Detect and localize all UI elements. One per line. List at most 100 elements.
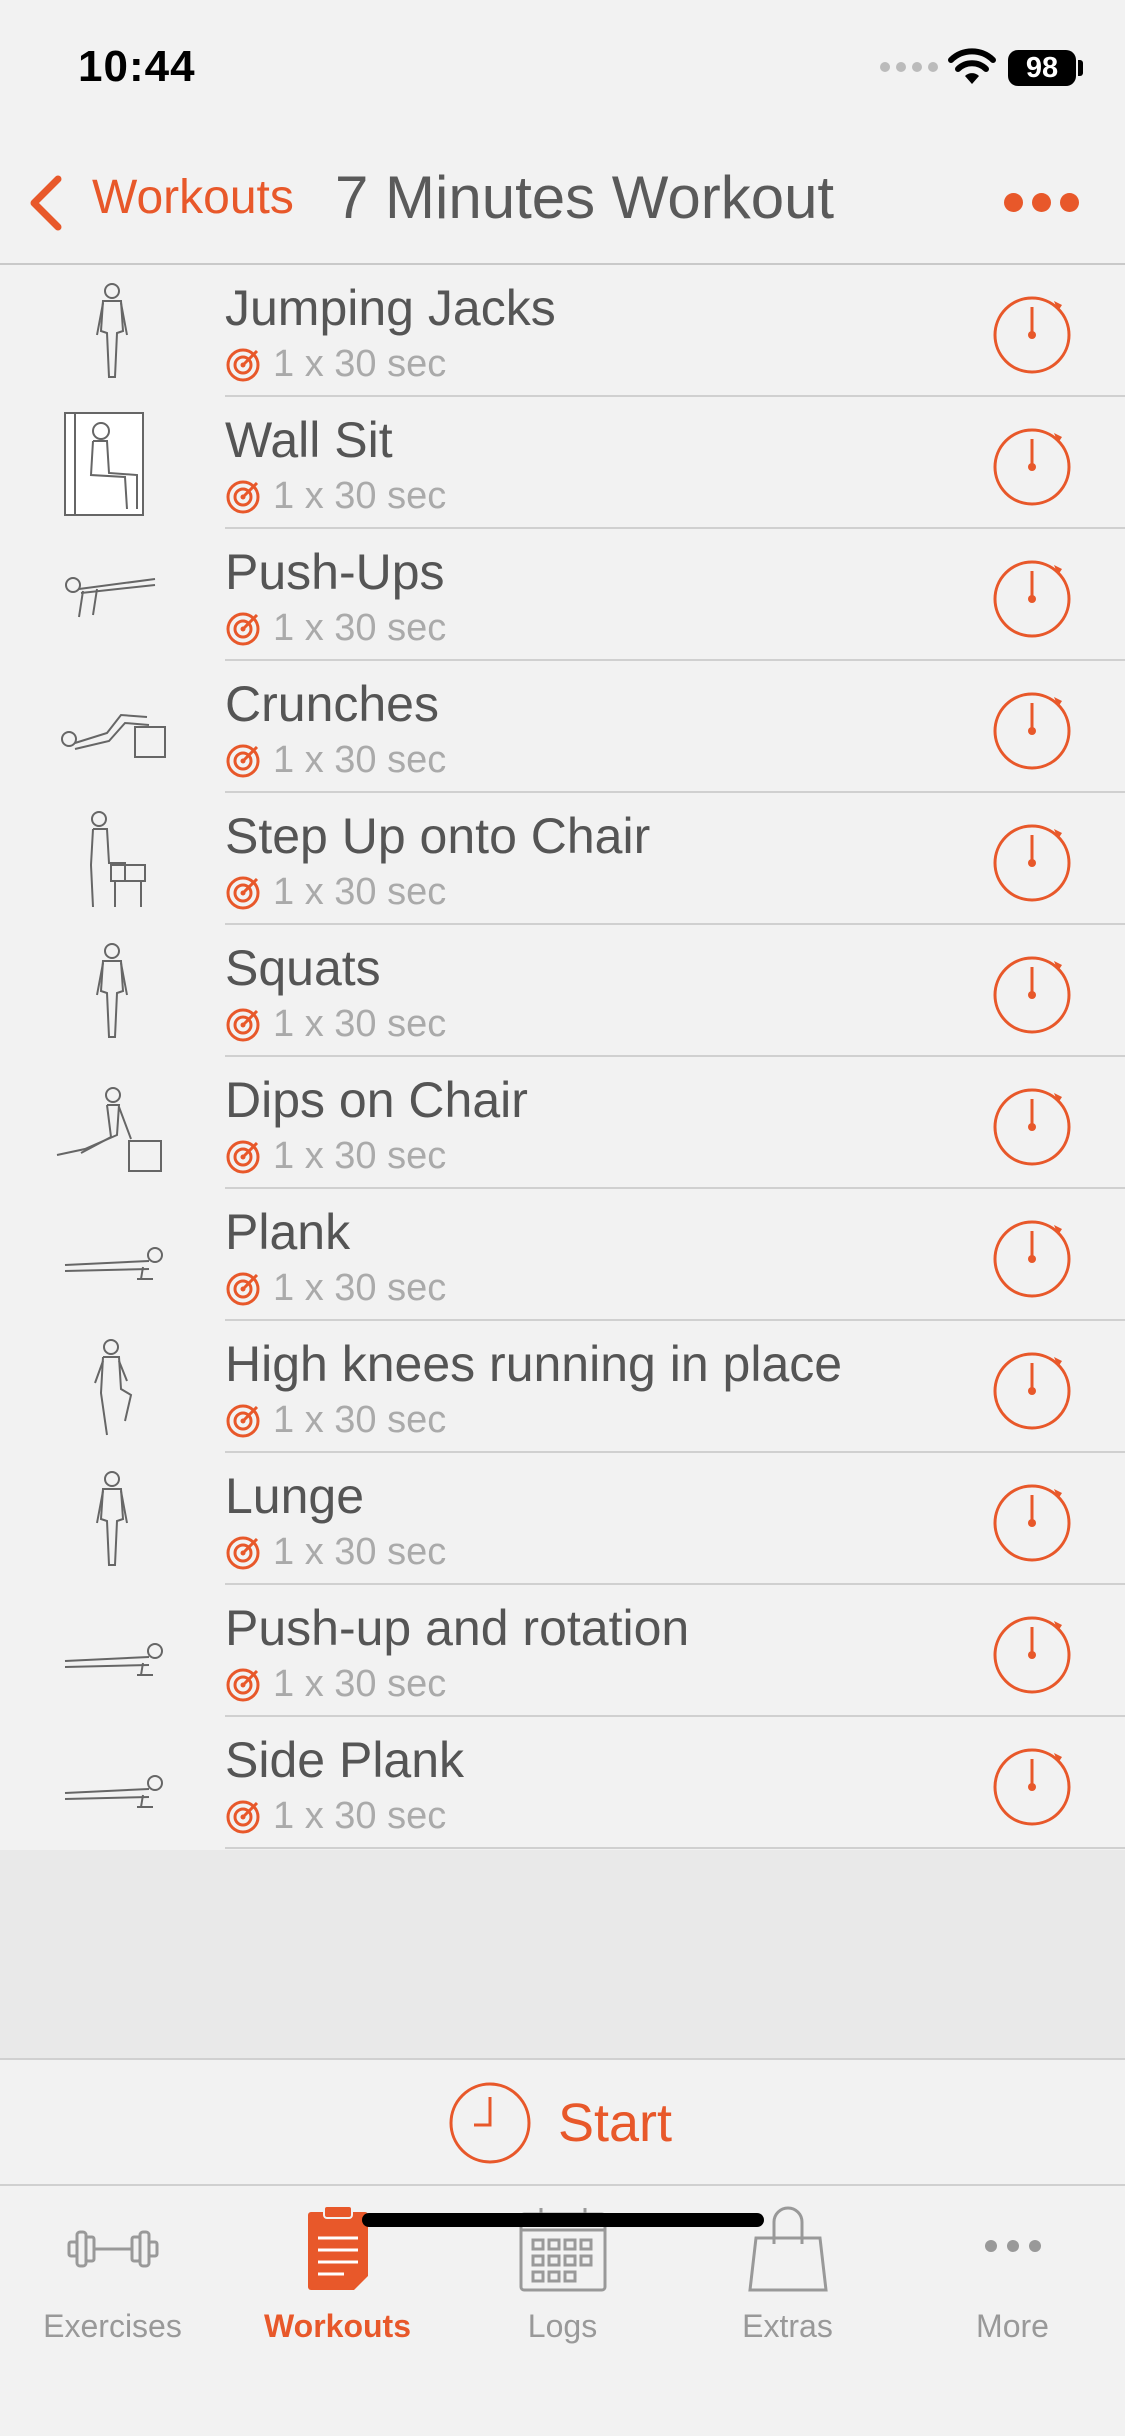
stopwatch-icon[interactable] bbox=[990, 1083, 1074, 1167]
exercise-row[interactable]: Dips on Chair 1 x 30 sec bbox=[0, 1057, 1125, 1189]
exercise-thumbnail bbox=[64, 1775, 163, 1808]
exercise-name: High knees running in place bbox=[225, 1336, 843, 1392]
tab-exercises[interactable]: Exercises bbox=[0, 2204, 225, 2354]
battery-cap bbox=[1078, 60, 1083, 76]
wifi-icon bbox=[948, 48, 996, 84]
tab-label: Workouts bbox=[264, 2308, 411, 2344]
more-dots-icon bbox=[984, 2240, 1041, 2252]
exercise-name: Plank bbox=[225, 1204, 351, 1260]
exercise-row[interactable]: Lunge 1 x 30 sec bbox=[0, 1453, 1125, 1585]
exercise-meta: 1 x 30 sec bbox=[225, 343, 446, 386]
exercise-detail: 1 x 30 sec bbox=[273, 1663, 447, 1705]
stopwatch-icon[interactable] bbox=[990, 687, 1074, 771]
exercise-thumbnail bbox=[96, 283, 128, 378]
exercise-meta: 1 x 30 sec bbox=[225, 1531, 446, 1574]
exercise-name: Dips on Chair bbox=[225, 1072, 528, 1128]
target-icon bbox=[226, 348, 260, 381]
exercise-name: Push-up and rotation bbox=[225, 1600, 690, 1656]
target-icon bbox=[226, 1668, 260, 1701]
target-icon bbox=[226, 876, 260, 909]
exercise-thumbnail bbox=[64, 1643, 163, 1676]
exercise-meta: 1 x 30 sec bbox=[225, 1663, 446, 1706]
clock-icon bbox=[449, 2082, 531, 2164]
exercise-row[interactable]: Wall Sit 1 x 30 sec bbox=[0, 397, 1125, 529]
exercise-detail: 1 x 30 sec bbox=[273, 1267, 447, 1309]
exercise-thumbnail bbox=[94, 1339, 133, 1436]
exercise-name: Push-Ups bbox=[225, 544, 445, 600]
exercise-detail: 1 x 30 sec bbox=[273, 739, 447, 781]
stopwatch-icon[interactable] bbox=[990, 423, 1074, 507]
stopwatch-icon[interactable] bbox=[990, 291, 1074, 375]
target-icon bbox=[226, 612, 260, 645]
start-button[interactable]: Start bbox=[448, 2080, 672, 2166]
exercise-meta: 1 x 30 sec bbox=[225, 871, 446, 914]
stopwatch-icon[interactable] bbox=[990, 819, 1074, 903]
exercise-thumbnail bbox=[64, 412, 144, 516]
exercise-row[interactable]: Squats 1 x 30 sec bbox=[0, 925, 1125, 1057]
exercise-row[interactable]: Jumping Jacks 1 x 30 sec bbox=[0, 265, 1125, 397]
status-time: 10:44 bbox=[78, 42, 196, 91]
dumbbell-icon bbox=[67, 2230, 158, 2268]
exercise-detail: 1 x 30 sec bbox=[273, 607, 447, 649]
exercise-thumbnail bbox=[64, 1247, 163, 1280]
back-button[interactable]: Workouts bbox=[92, 170, 294, 225]
exercise-name: Side Plank bbox=[225, 1732, 465, 1788]
cellular-signal-icon bbox=[880, 62, 938, 72]
target-icon bbox=[226, 744, 260, 777]
exercise-detail: 1 x 30 sec bbox=[273, 871, 447, 913]
exercise-meta: 1 x 30 sec bbox=[225, 739, 446, 782]
target-icon bbox=[226, 480, 260, 513]
exercise-meta: 1 x 30 sec bbox=[225, 1795, 446, 1838]
stopwatch-icon[interactable] bbox=[990, 1743, 1074, 1827]
exercise-detail: 1 x 30 sec bbox=[273, 343, 447, 385]
exercise-name: Crunches bbox=[225, 676, 439, 732]
exercise-row[interactable]: Push-Ups 1 x 30 sec bbox=[0, 529, 1125, 661]
exercise-row[interactable]: Crunches 1 x 30 sec bbox=[0, 661, 1125, 793]
tab-label: Logs bbox=[527, 2308, 598, 2344]
stopwatch-icon[interactable] bbox=[990, 1347, 1074, 1431]
back-chevron-icon[interactable] bbox=[22, 173, 72, 233]
exercise-detail: 1 x 30 sec bbox=[273, 1795, 447, 1837]
exercise-detail: 1 x 30 sec bbox=[273, 1003, 447, 1045]
page-title: 7 Minutes Workout bbox=[335, 164, 835, 231]
exercise-meta: 1 x 30 sec bbox=[225, 1399, 446, 1442]
exercise-meta: 1 x 30 sec bbox=[225, 1135, 446, 1178]
tab-label: Extras bbox=[742, 2308, 833, 2344]
list-footer-area bbox=[0, 1850, 1125, 2058]
stopwatch-icon[interactable] bbox=[990, 555, 1074, 639]
battery-indicator: 98 bbox=[1008, 50, 1076, 86]
exercise-detail: 1 x 30 sec bbox=[273, 1399, 447, 1441]
tab-label: Exercises bbox=[43, 2308, 182, 2344]
exercise-thumbnail bbox=[56, 1087, 162, 1172]
status-bar: 10:44 98 bbox=[0, 0, 1125, 135]
target-icon bbox=[226, 1140, 260, 1173]
exercise-row[interactable]: Step Up onto Chair 1 x 30 sec bbox=[0, 793, 1125, 925]
target-icon bbox=[226, 1272, 260, 1305]
stopwatch-icon[interactable] bbox=[990, 951, 1074, 1035]
target-icon bbox=[226, 1008, 260, 1041]
exercise-row[interactable]: High knees running in place 1 x 30 sec bbox=[0, 1321, 1125, 1453]
exercise-row[interactable]: Plank 1 x 30 sec bbox=[0, 1189, 1125, 1321]
exercise-meta: 1 x 30 sec bbox=[225, 475, 446, 518]
start-label: Start bbox=[558, 2093, 673, 2153]
exercise-detail: 1 x 30 sec bbox=[273, 475, 447, 517]
start-bar: Start bbox=[0, 2058, 1125, 2186]
exercise-thumbnail bbox=[96, 1471, 128, 1566]
stopwatch-icon[interactable] bbox=[990, 1215, 1074, 1299]
more-options-button[interactable] bbox=[1004, 187, 1084, 217]
exercise-row[interactable]: Push-up and rotation 1 x 30 sec bbox=[0, 1585, 1125, 1717]
exercise-name: Step Up onto Chair bbox=[225, 808, 651, 864]
tab-more[interactable]: More bbox=[900, 2204, 1125, 2354]
stopwatch-icon[interactable] bbox=[990, 1479, 1074, 1563]
navigation-bar: Workouts 7 Minutes Workout bbox=[0, 135, 1125, 265]
exercise-row[interactable]: Side Plank 1 x 30 sec bbox=[0, 1717, 1125, 1849]
target-icon bbox=[226, 1404, 260, 1437]
tab-label: More bbox=[976, 2308, 1049, 2344]
exercise-thumbnail bbox=[65, 577, 156, 618]
exercise-detail: 1 x 30 sec bbox=[273, 1135, 447, 1177]
exercise-meta: 1 x 30 sec bbox=[225, 1267, 446, 1310]
exercise-list: Jumping Jacks 1 x 30 sec Wall Sit 1 x 30 se… bbox=[0, 265, 1125, 1849]
stopwatch-icon[interactable] bbox=[990, 1611, 1074, 1695]
exercise-name: Lunge bbox=[225, 1468, 365, 1524]
exercise-name: Squats bbox=[225, 940, 381, 996]
